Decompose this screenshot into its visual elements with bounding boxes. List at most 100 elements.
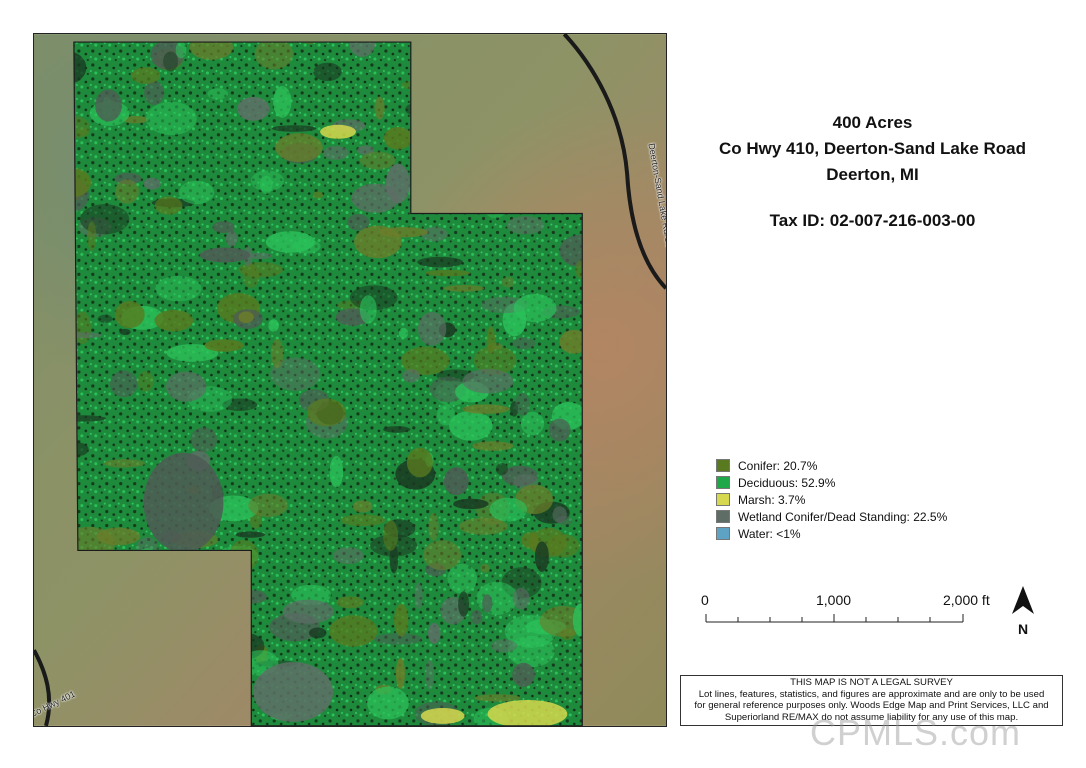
legend: Conifer: 20.7% Deciduous: 52.9% Marsh: 3… [716,457,947,542]
landcover-patch [373,633,423,645]
north-arrow: N [1010,584,1036,637]
landcover-patch [402,369,420,383]
landcover-patch [253,662,334,722]
landcover-patch [103,459,145,468]
landcover-patch [143,452,224,553]
landcover-patch [332,547,364,565]
landcover-patch [143,177,161,190]
landcover-patch [242,264,260,289]
landcover-patch [443,467,469,496]
landcover-patch [452,498,489,510]
landcover-patch [474,694,521,702]
legend-swatch-conifer [716,459,730,472]
landcover-patch [95,89,122,122]
landcover-patch [383,520,399,551]
landcover-patch [340,514,386,527]
north-label: N [1017,621,1029,637]
legend-item-conifer: Conifer: 20.7% [716,457,947,474]
landcover-patch [548,418,571,442]
disclaimer-line-2: Lot lines, features, statistics, and fig… [698,688,1045,700]
tax-id: Tax ID: 02-007-216-003-00 [769,211,976,230]
landcover-patch [428,622,441,644]
legend-item-water: Water: <1% [716,525,947,542]
legend-label-conifer: Conifer: 20.7% [738,458,818,473]
landcover-patch [512,662,535,687]
landcover-patch [501,276,515,288]
landcover-patch [354,225,402,259]
landcover-patch [472,441,514,451]
disclaimer-line-3: for general reference purposes only. Woo… [694,700,1049,711]
legend-item-marsh: Marsh: 3.7% [716,491,947,508]
landcover-patch [212,221,235,233]
landcover-patch [154,196,183,215]
landcover-patch [420,707,465,724]
landcover-patch [443,285,485,292]
legend-item-wetland: Wetland Conifer/Dead Standing: 22.5% [716,508,947,525]
landcover-patch [359,151,396,170]
landcover-patch [199,247,251,263]
legend-label-marsh: Marsh: 3.7% [738,492,806,507]
landcover-patch [423,540,462,571]
landcover-patch [87,221,97,251]
landcover-patch [96,527,141,546]
landcover-patch [225,230,238,247]
landcover-patch [178,180,215,205]
landcover-patch [398,327,409,339]
landcover-patch [515,393,531,416]
landcover-patch [275,133,323,162]
landcover-patch [115,179,139,204]
legend-label-wetland: Wetland Conifer/Dead Standing: 22.5% [738,509,948,524]
landcover-patch [175,42,187,59]
landcover-patch [323,145,349,160]
map-title: 400 Acres [832,113,913,132]
landcover-patch [248,493,288,518]
landcover-patch [313,62,342,82]
landcover-patch [165,371,207,402]
landcover-patch [489,497,528,522]
landcover-patch [79,204,130,235]
north-arrow-icon [1012,586,1034,614]
landcover-patch [476,581,518,615]
landcover-patch [271,125,317,132]
landcover-patch [352,500,373,513]
landcover-patch [270,339,284,369]
landcover-patch [417,312,447,346]
landcover-patch [163,51,178,72]
landcover-patch [119,328,131,336]
landcover-patch [367,686,409,720]
landcover-patch [462,404,510,414]
scale-bar: 0 1,000 2,000 ft [700,592,1000,632]
map-frame[interactable]: Deerton-Sand Lake Rd/Co Hwy 401 Co Hwy 4… [33,33,667,727]
landcover-patch [154,309,194,332]
map-canvas [34,34,666,726]
legend-swatch-wetland [716,510,730,523]
landcover-patch [506,216,545,235]
landcover-patch [424,269,471,277]
landcover-patch [237,96,270,121]
landcover-patch [207,88,229,100]
landcover-patch [254,42,293,70]
landcover-patch [204,339,244,352]
title-block: 400 Acres Co Hwy 410, Deerton-Sand Lake … [690,110,1055,234]
legend-swatch-deciduous [716,476,730,489]
landcover-patch [552,506,567,523]
landcover-patch [155,275,202,302]
landcover-patch [146,101,197,136]
watermark: CPMLS.com [810,712,1022,753]
landcover-patch [486,326,496,354]
landcover-patch [336,596,364,609]
landcover-patch [291,239,321,254]
landcover-patch [312,191,324,199]
landcover-patch [109,370,138,398]
map-location: Deerton, MI [826,165,919,184]
scale-ticks [705,614,964,623]
landcover-patch [320,124,356,139]
landcover-patch [520,411,545,436]
landcover-patch [144,80,164,105]
landcover-patch [268,319,279,332]
landcover-patch [235,531,266,538]
landcover-patch [385,163,410,204]
landcover-patch [417,256,464,268]
landcover-patch [425,659,435,690]
landcover-patch [329,615,378,647]
